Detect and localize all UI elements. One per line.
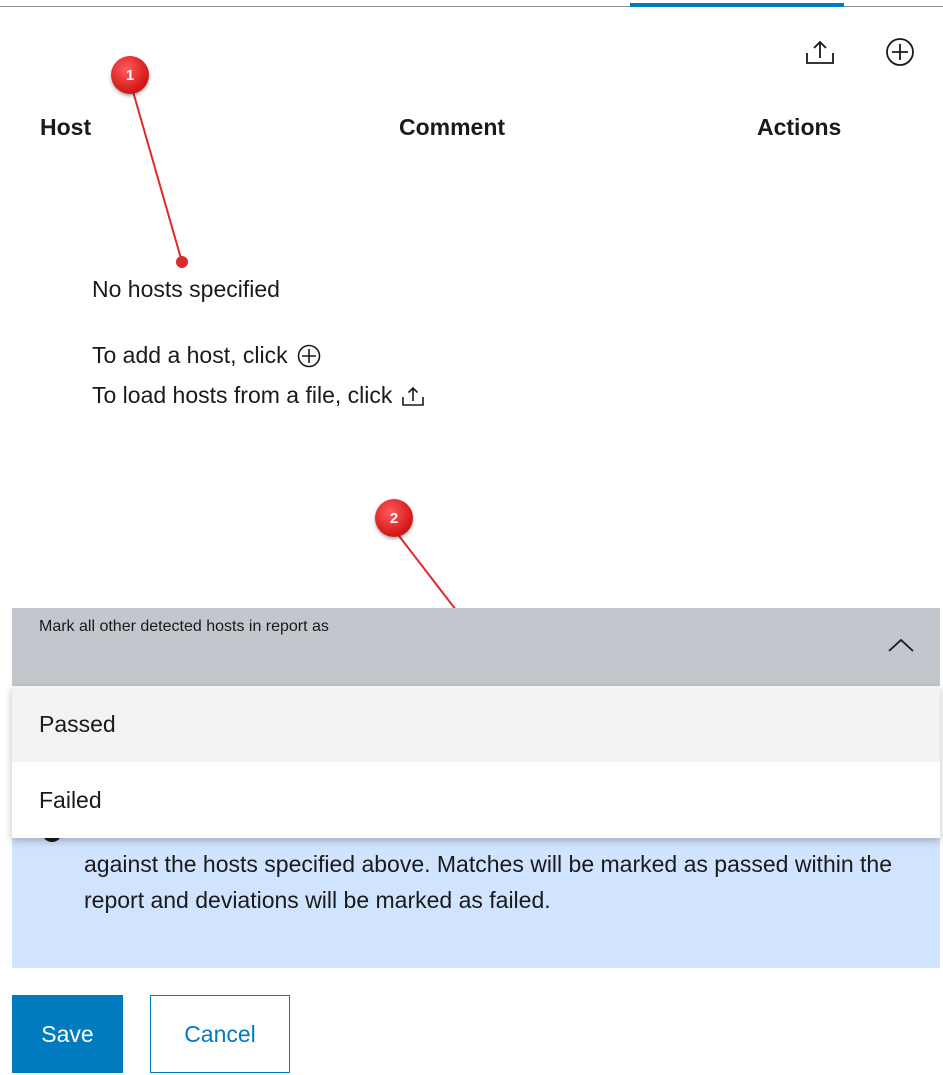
report-status-dropdown[interactable]: Mark all other detected hosts in report … bbox=[12, 608, 940, 688]
upload-hosts-button[interactable] bbox=[800, 32, 840, 72]
cancel-button[interactable]: Cancel bbox=[150, 995, 290, 1073]
annotation-marker-2: 2 bbox=[375, 499, 413, 537]
add-host-hint-text: To add a host, click bbox=[92, 342, 288, 368]
info-text: against the hosts specified above. Match… bbox=[84, 851, 892, 913]
add-circle-icon bbox=[886, 38, 914, 66]
active-tab-indicator bbox=[630, 3, 844, 7]
info-panel: against the hosts specified above. Match… bbox=[12, 820, 940, 968]
empty-state-title: No hosts specified bbox=[92, 276, 280, 302]
load-hosts-hint-text: To load hosts from a file, click bbox=[92, 382, 393, 408]
report-status-dropdown-label: Mark all other detected hosts in report … bbox=[39, 618, 329, 635]
save-button[interactable]: Save bbox=[12, 995, 123, 1073]
option-passed[interactable]: Passed bbox=[12, 686, 940, 762]
add-circle-icon bbox=[297, 344, 320, 367]
chevron-up-icon bbox=[888, 638, 914, 652]
option-failed[interactable]: Failed bbox=[12, 762, 940, 838]
column-header-host: Host bbox=[40, 114, 92, 140]
load-hosts-hint: To load hosts from a file, click bbox=[92, 382, 426, 409]
upload-icon bbox=[402, 386, 425, 406]
column-header-comment: Comment bbox=[399, 114, 506, 140]
add-host-button[interactable] bbox=[880, 32, 920, 72]
add-host-hint: To add a host, click bbox=[92, 342, 322, 369]
upload-icon bbox=[806, 40, 834, 64]
annotation-marker-1: 1 bbox=[111, 56, 149, 94]
column-header-actions: Actions bbox=[757, 114, 842, 140]
report-status-options: Passed Failed bbox=[12, 686, 940, 838]
